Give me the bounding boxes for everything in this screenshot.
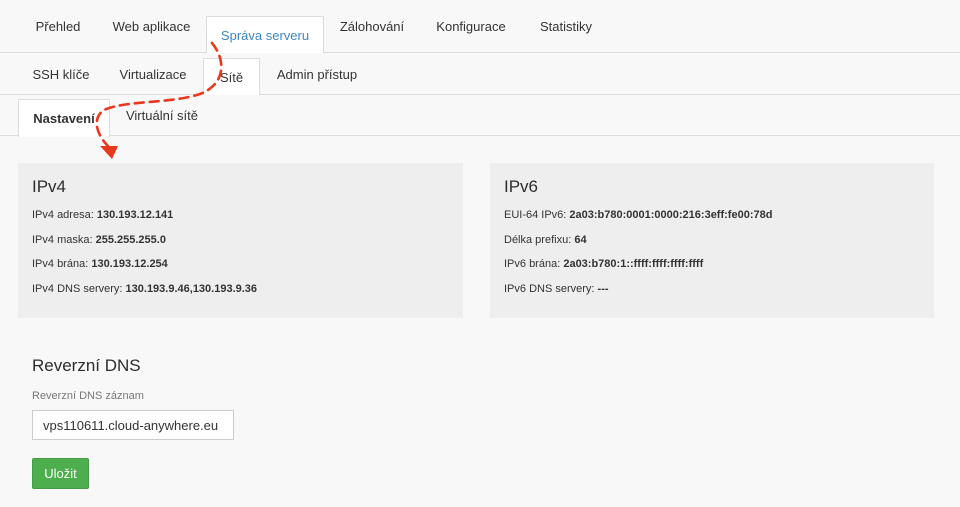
ipv6-prefix-row: Délka prefixu: 64 — [504, 234, 920, 259]
inner-tabs: Nastavení Virtuální sítě — [0, 95, 960, 137]
tab-statistiky[interactable]: Statistiky — [526, 0, 606, 53]
ipv6-prefix-value: 64 — [574, 233, 587, 246]
ipv4-dns-row: IPv4 DNS servery: 130.193.9.46,130.193.9… — [32, 283, 449, 308]
ipv4-mask-value: 255.255.255.0 — [95, 233, 166, 246]
ipv4-address-label: IPv4 adresa: — [32, 209, 94, 221]
tab-prehled[interactable]: Přehled — [20, 0, 96, 53]
tab-label: Správa serveru — [220, 28, 310, 43]
tab-web-aplikace[interactable]: Web aplikace — [100, 0, 203, 53]
tab-label: SSH klíče — [32, 66, 90, 82]
ipv6-eui64-row: EUI-64 IPv6: 2a03:b780:0001:0000:216:3ef… — [504, 209, 920, 234]
tab-konfigurace[interactable]: Konfigurace — [422, 0, 520, 53]
ipv4-mask-label: IPv4 maska: — [32, 233, 93, 246]
ipv6-dns-row: IPv6 DNS servery: --- — [504, 283, 920, 308]
tab-label: Sítě — [219, 70, 244, 85]
tab-sprava-serveru[interactable]: Správa serveru — [206, 16, 324, 54]
rdns-field-label: Reverzní DNS záznam — [32, 390, 144, 402]
tab-ssh-klice[interactable]: SSH klíče — [22, 53, 100, 95]
ipv4-mask-row: IPv4 maska: 255.255.255.0 — [32, 234, 449, 259]
ipv4-gateway-row: IPv4 brána: 130.193.12.254 — [32, 258, 449, 283]
ipv6-dns-value: --- — [597, 282, 609, 295]
ipv4-gateway-label: IPv4 brána: — [32, 258, 89, 270]
tab-label: Přehled — [35, 19, 81, 34]
tab-label: Zálohování — [339, 19, 405, 34]
ipv4-address-row: IPv4 adresa: 130.193.12.141 — [32, 209, 449, 234]
sub-tabs: SSH klíče Virtualizace Sítě Admin přístu… — [0, 53, 960, 96]
rdns-input[interactable] — [32, 410, 234, 440]
ipv6-prefix-label: Délka prefixu: — [504, 233, 572, 246]
main-tabs: Přehled Web aplikace Správa serveru Zálo… — [0, 0, 960, 54]
ipv6-dns-label: IPv6 DNS servery: — [504, 282, 595, 295]
ipv6-gateway-row: IPv6 brána: 2a03:b780:1::ffff:ffff:ffff:… — [504, 258, 920, 283]
save-button[interactable]: Uložit — [32, 458, 89, 489]
ipv4-dns-value: 130.193.9.46,130.193.9.36 — [125, 282, 258, 295]
ipv6-panel: IPv6 EUI-64 IPv6: 2a03:b780:0001:0000:21… — [490, 163, 934, 318]
ipv4-gateway-value: 130.193.12.254 — [91, 258, 168, 270]
rdns-title: Reverzní DNS — [32, 356, 141, 375]
tab-label: Nastavení — [33, 111, 95, 126]
tab-zalohovani[interactable]: Zálohování — [328, 0, 416, 53]
ipv6-eui64-value: 2a03:b780:0001:0000:216:3eff:fe00:78d — [569, 209, 773, 221]
tab-label: Statistiky — [539, 19, 592, 34]
tab-label: Virtualizace — [119, 66, 187, 82]
tab-label: Web aplikace — [112, 19, 191, 34]
ipv6-gateway-label: IPv6 brána: — [504, 258, 561, 270]
ipv6-eui64-label: EUI-64 IPv6: — [504, 209, 567, 221]
ipv4-address-value: 130.193.12.141 — [96, 209, 174, 221]
tab-virtualni-site[interactable]: Virtuální sítě — [114, 95, 210, 136]
ipv4-dns-label: IPv4 DNS servery: — [32, 282, 123, 295]
annotation-arrowhead — [100, 146, 118, 159]
tab-nastaveni[interactable]: Nastavení — [18, 99, 110, 137]
tab-label: Admin přístup — [276, 66, 358, 82]
tab-virtualizace[interactable]: Virtualizace — [106, 53, 200, 95]
ipv4-panel: IPv4 IPv4 adresa: 130.193.12.141 IPv4 ma… — [18, 163, 463, 318]
ipv6-gateway-value: 2a03:b780:1::ffff:ffff:ffff:ffff — [563, 258, 704, 270]
tab-site[interactable]: Sítě — [203, 58, 260, 96]
ipv4-title: IPv4 — [32, 177, 67, 196]
tab-label: Virtuální sítě — [125, 108, 199, 123]
ipv6-title: IPv6 — [504, 177, 539, 196]
tab-label: Konfigurace — [436, 19, 506, 34]
tab-admin-pristup[interactable]: Admin přístup — [264, 53, 370, 95]
